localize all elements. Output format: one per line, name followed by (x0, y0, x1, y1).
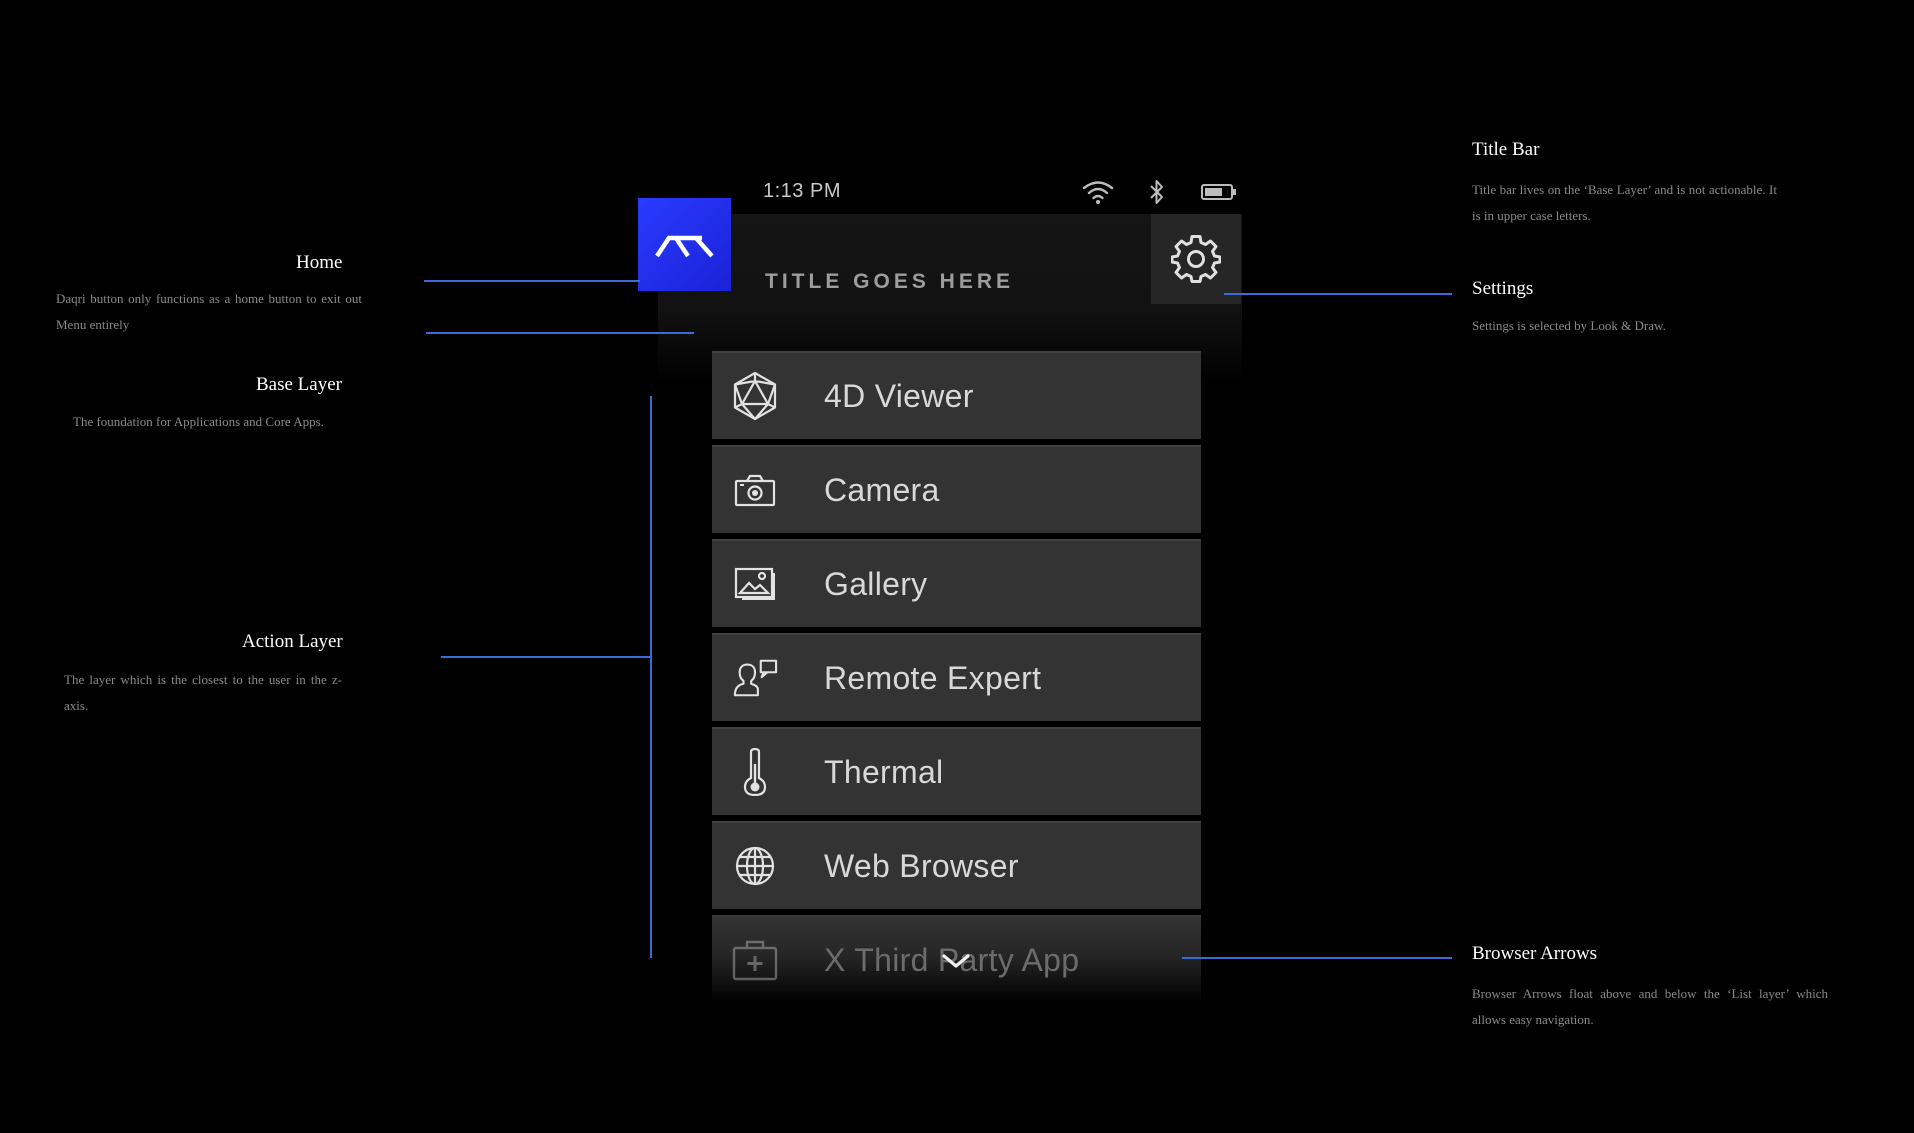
menu-item-web-browser[interactable]: Web Browser (712, 821, 1201, 909)
status-time: 1:13 PM (763, 180, 841, 202)
icosahedron-icon (732, 371, 778, 421)
leader-line-settings (1224, 293, 1452, 295)
chevron-down-icon[interactable] (939, 950, 973, 972)
annotation-browser-arrows-desc: Browser Arrows float above and below the… (1472, 986, 1828, 1027)
annotation-home-title: Home (296, 252, 343, 273)
annotation-settings-title: Settings (1472, 278, 1534, 299)
home-button[interactable] (638, 198, 731, 291)
annotation-title-bar-desc: Title bar lives on the ‘Base Layer’ and … (1472, 182, 1777, 223)
menu-item-thermal[interactable]: Thermal (712, 727, 1201, 815)
camera-icon (732, 467, 778, 513)
leader-line-browser-arrows (1182, 957, 1452, 959)
menu-item-label: Gallery (824, 565, 928, 602)
menu-item-remote-expert[interactable]: Remote Expert (712, 633, 1201, 721)
medkit-icon (732, 937, 778, 983)
menu-item-label: 4D Viewer (824, 377, 974, 414)
menu-item-label: Remote Expert (824, 659, 1042, 696)
annotation-title-bar-title: Title Bar (1472, 139, 1540, 160)
globe-icon (732, 843, 778, 889)
gear-icon (1171, 235, 1221, 283)
daqri-logo-icon (654, 235, 714, 257)
annotation-base-layer-title: Base Layer (256, 374, 342, 395)
annotation-settings-desc: Settings is selected by Look & Draw. (1472, 318, 1666, 333)
thermometer-icon (732, 748, 778, 796)
remote-expert-icon (732, 655, 778, 701)
annotation-action-layer-title: Action Layer (242, 631, 343, 652)
wifi-icon (1080, 178, 1116, 206)
menu-item-label: Camera (824, 471, 940, 508)
menu-item-gallery[interactable]: Gallery (712, 539, 1201, 627)
page-title: TITLE GOES HERE (765, 270, 1015, 293)
settings-button[interactable] (1151, 214, 1241, 304)
menu-item-label: Thermal (824, 753, 944, 790)
menu-item-label: Web Browser (824, 847, 1019, 884)
annotation-browser-arrows-title: Browser Arrows (1472, 943, 1598, 964)
annotation-home-desc: Daqri button only functions as a home bu… (56, 291, 362, 332)
battery-icon (1200, 178, 1238, 206)
leader-line-base-layer (426, 332, 694, 334)
menu-item-4d-viewer[interactable]: 4D Viewer (712, 351, 1201, 439)
annotation-action-layer-desc: The layer which is the closest to the us… (64, 672, 342, 713)
gallery-icon (732, 561, 778, 607)
action-layer-bracket (650, 396, 652, 958)
bluetooth-icon (1146, 178, 1168, 206)
menu-item-camera[interactable]: Camera (712, 445, 1201, 533)
leader-line-home (424, 280, 640, 282)
leader-line-action-layer (441, 656, 651, 658)
annotation-base-layer-desc: The foundation for Applications and Core… (73, 414, 324, 429)
